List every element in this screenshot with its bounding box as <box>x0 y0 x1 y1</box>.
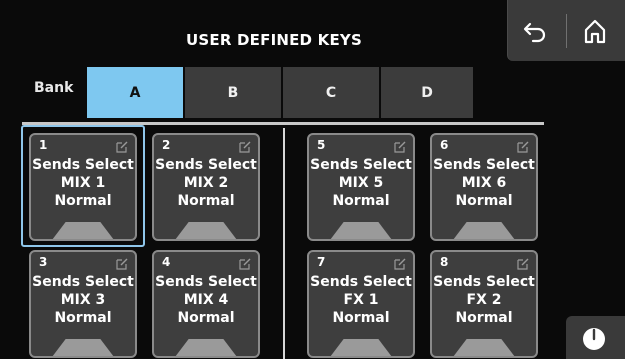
key-target: MIX 5 <box>338 175 384 191</box>
edit-icon[interactable] <box>393 140 407 154</box>
key-group-divider <box>283 128 285 359</box>
clock-icon <box>583 328 605 350</box>
tab-bank-c[interactable]: C <box>283 67 379 118</box>
key-target: MIX 4 <box>183 292 229 308</box>
key-mode: Normal <box>455 193 513 209</box>
edit-icon[interactable] <box>238 140 252 154</box>
key-mode: Normal <box>54 193 112 209</box>
user-key-4[interactable]: 4 Sends Select MIX 4 Normal <box>152 250 260 358</box>
edit-icon[interactable] <box>115 140 129 154</box>
key-target: MIX 2 <box>183 175 229 191</box>
key-mode: Normal <box>332 310 390 326</box>
key-target: MIX 1 <box>60 175 106 191</box>
home-icon <box>584 19 606 44</box>
key-mode: Normal <box>455 310 513 326</box>
key-tab-decoration <box>330 222 392 239</box>
key-tab-decoration <box>175 222 237 239</box>
key-number: 7 <box>317 255 326 269</box>
edit-icon[interactable] <box>516 140 530 154</box>
key-number: 8 <box>440 255 449 269</box>
user-key-3[interactable]: 3 Sends Select MIX 3 Normal <box>29 250 137 358</box>
key-tab-decoration <box>175 339 237 356</box>
key-mode: Normal <box>177 310 235 326</box>
key-function: Sends Select <box>32 157 134 173</box>
key-mode: Normal <box>54 310 112 326</box>
key-tab-decoration <box>453 222 515 239</box>
key-function: Sends Select <box>155 274 257 290</box>
key-target: MIX 6 <box>461 175 507 191</box>
page-title: USER DEFINED KEYS <box>186 31 362 49</box>
key-function: Sends Select <box>433 157 535 173</box>
key-function: Sends Select <box>310 274 412 290</box>
bank-label: Bank <box>34 80 74 96</box>
key-function: Sends Select <box>433 274 535 290</box>
key-target: FX 1 <box>343 292 379 308</box>
edit-icon[interactable] <box>393 257 407 271</box>
tab-bank-b[interactable]: B <box>185 67 281 118</box>
key-number: 1 <box>39 138 48 152</box>
edit-icon[interactable] <box>516 257 530 271</box>
user-key-1[interactable]: 1 Sends Select MIX 1 Normal <box>29 133 137 241</box>
bank-tabs: A B C D <box>87 67 475 118</box>
key-mode: Normal <box>332 193 390 209</box>
key-function: Sends Select <box>310 157 412 173</box>
key-target: MIX 3 <box>60 292 106 308</box>
key-number: 5 <box>317 138 326 152</box>
edit-icon[interactable] <box>238 257 252 271</box>
nav-divider <box>566 14 567 48</box>
edit-icon[interactable] <box>115 257 129 271</box>
key-number: 3 <box>39 255 48 269</box>
back-arrow-icon <box>523 22 546 43</box>
key-function: Sends Select <box>32 274 134 290</box>
nav-toolbar <box>507 0 625 61</box>
user-key-8[interactable]: 8 Sends Select FX 2 Normal <box>430 250 538 358</box>
clock-button[interactable] <box>566 316 625 359</box>
user-key-6[interactable]: 6 Sends Select MIX 6 Normal <box>430 133 538 241</box>
key-tab-decoration <box>52 222 114 239</box>
key-tab-decoration <box>330 339 392 356</box>
user-key-5[interactable]: 5 Sends Select MIX 5 Normal <box>307 133 415 241</box>
key-tab-decoration <box>453 339 515 356</box>
user-key-2[interactable]: 2 Sends Select MIX 2 Normal <box>152 133 260 241</box>
user-key-7[interactable]: 7 Sends Select FX 1 Normal <box>307 250 415 358</box>
key-target: FX 2 <box>466 292 502 308</box>
tab-bank-d[interactable]: D <box>381 67 473 118</box>
home-button[interactable] <box>578 15 612 47</box>
key-number: 6 <box>440 138 449 152</box>
key-function: Sends Select <box>155 157 257 173</box>
key-number: 2 <box>162 138 171 152</box>
tab-bank-a[interactable]: A <box>87 67 183 118</box>
key-mode: Normal <box>177 193 235 209</box>
back-button[interactable] <box>519 15 553 47</box>
key-tab-decoration <box>52 339 114 356</box>
key-number: 4 <box>162 255 171 269</box>
